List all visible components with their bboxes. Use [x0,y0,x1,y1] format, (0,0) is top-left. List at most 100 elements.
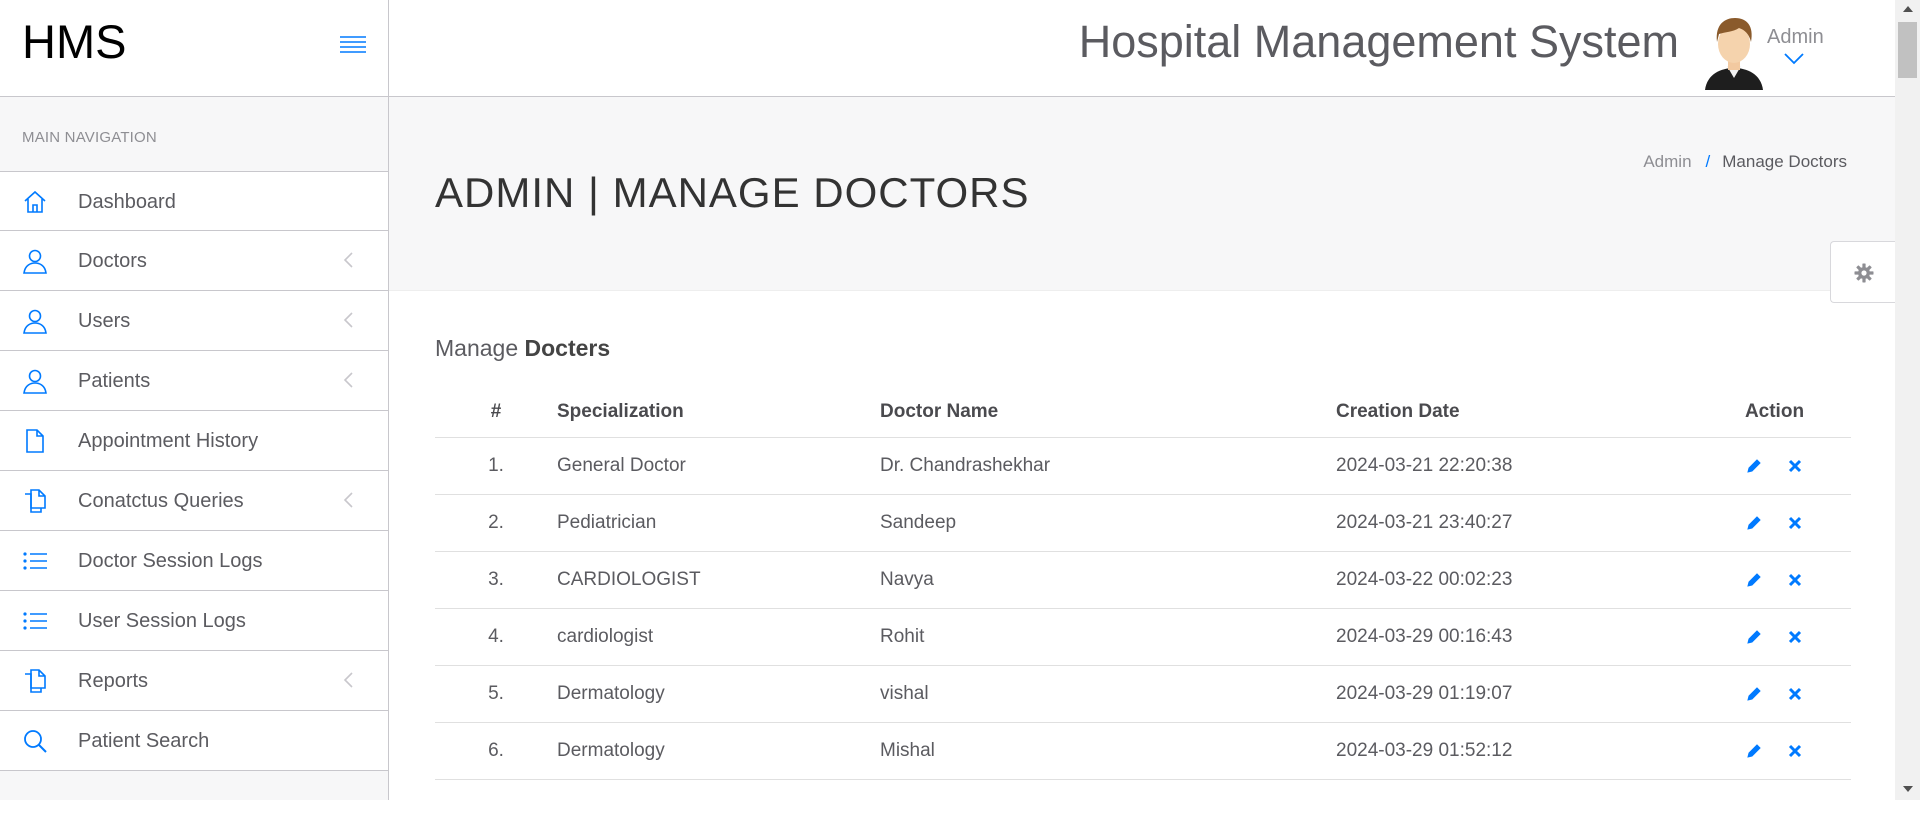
table-header-row: # Specialization Doctor Name Creation Da… [435,387,1851,438]
page-title: ADMIN | MANAGE DOCTORS [435,169,1030,217]
cell-doctor-name: Navya [880,552,1336,609]
cell-doctor-name: Rohit [880,609,1336,666]
edit-pencil-icon[interactable] [1745,628,1763,646]
vertical-scrollbar[interactable] [1895,0,1920,800]
column-header-creation-date: Creation Date [1336,387,1698,438]
sidebar-item-label: Patient Search [78,730,209,753]
cell-specialization: Dermatology [557,723,880,780]
panel-title-prefix: Manage [435,335,518,361]
sidebar-item-label: Patients [78,370,150,393]
delete-x-icon[interactable] [1786,457,1804,475]
delete-x-icon[interactable] [1786,685,1804,703]
table-row: 2. Pediatrician Sandeep 2024-03-21 23:40… [435,495,1851,552]
edit-pencil-icon[interactable] [1745,571,1763,589]
cell-num: 3. [435,552,557,609]
column-header-action: Action [1698,387,1851,438]
user-name[interactable]: Admin [1767,26,1824,49]
brand-bar: HMS [0,0,388,97]
cell-creation-date: 2024-03-22 00:02:23 [1336,552,1698,609]
breadcrumb: Admin / Manage Doctors [1643,152,1847,172]
delete-x-icon[interactable] [1786,628,1804,646]
cell-num: 6. [435,723,557,780]
edit-pencil-icon[interactable] [1745,742,1763,760]
user-icon [22,248,48,274]
cell-num: 4. [435,609,557,666]
settings-toggle-button[interactable] [1830,241,1895,303]
sidebar-item-users[interactable]: Users [0,291,388,351]
sidebar-item-doctor-session-logs[interactable]: Doctor Session Logs [0,531,388,591]
panel-title: Manage Docters [435,335,610,362]
cell-creation-date: 2024-03-29 01:52:12 [1336,723,1698,780]
sidebar-item-label: Conatctus Queries [78,490,244,513]
sidebar-item-label: Doctor Session Logs [78,550,263,573]
sidebar-item-label: User Session Logs [78,610,246,633]
table-row: 3. CARDIOLOGIST Navya 2024-03-22 00:02:2… [435,552,1851,609]
scrollbar-thumb[interactable] [1898,22,1917,78]
search-icon [22,728,48,754]
table-row: 1. General Doctor Dr. Chandrashekhar 202… [435,438,1851,495]
top-bar: Hospital Management System Admin [389,0,1895,97]
nav-list: Dashboard Doctors Users Patients [0,171,388,771]
cell-doctor-name: vishal [880,666,1336,723]
sidebar-item-appointment-history[interactable]: Appointment History [0,411,388,471]
scroll-down-arrow-icon[interactable] [1903,786,1913,792]
sidebar-item-label: Dashboard [78,191,176,214]
files-icon [22,668,48,694]
chevron-left-icon [342,251,354,269]
delete-x-icon[interactable] [1786,514,1804,532]
app-title: Hospital Management System [1079,16,1679,68]
cell-creation-date: 2024-03-29 01:19:07 [1336,666,1698,723]
chevron-down-icon[interactable] [1783,52,1805,66]
sidebar: HMS MAIN NAVIGATION Dashboard Doctors [0,0,389,800]
chevron-left-icon [342,311,354,329]
page-header: ADMIN | MANAGE DOCTORS Admin / Manage Doct… [389,97,1895,291]
table-row: 6. Dermatology Mishal 2024-03-29 01:52:1… [435,723,1851,780]
sidebar-item-user-session-logs[interactable]: User Session Logs [0,591,388,651]
sidebar-item-label: Doctors [78,250,147,273]
table-row: 5. Dermatology vishal 2024-03-29 01:19:0… [435,666,1851,723]
sidebar-item-label: Users [78,310,130,333]
column-header-num: # [435,387,557,438]
breadcrumb-root[interactable]: Admin [1643,152,1691,171]
sidebar-item-doctors[interactable]: Doctors [0,231,388,291]
cell-creation-date: 2024-03-29 00:16:43 [1336,609,1698,666]
scroll-up-arrow-icon[interactable] [1903,6,1913,12]
cell-actions [1698,723,1851,780]
breadcrumb-current: Manage Doctors [1722,152,1847,171]
delete-x-icon[interactable] [1786,742,1804,760]
cell-doctor-name: Sandeep [880,495,1336,552]
chevron-left-icon [342,671,354,689]
cell-num: 2. [435,495,557,552]
file-icon [22,428,48,454]
nav-section-header: MAIN NAVIGATION [22,129,157,146]
gear-icon [1854,263,1874,283]
edit-pencil-icon[interactable] [1745,685,1763,703]
brand-logo[interactable]: HMS [22,14,126,69]
cell-actions [1698,609,1851,666]
cell-doctor-name: Mishal [880,723,1336,780]
cell-specialization: cardiologist [557,609,880,666]
cell-actions [1698,552,1851,609]
sidebar-item-contactus-queries[interactable]: Conatctus Queries [0,471,388,531]
sidebar-item-label: Appointment History [78,430,258,453]
cell-specialization: Pediatrician [557,495,880,552]
cell-actions [1698,438,1851,495]
user-icon [22,308,48,334]
edit-pencil-icon[interactable] [1745,514,1763,532]
cell-specialization: General Doctor [557,438,880,495]
table-row [435,780,1851,836]
sidebar-item-label: Reports [78,670,148,693]
list-icon [22,608,48,634]
breadcrumb-separator: / [1706,152,1711,171]
delete-x-icon[interactable] [1786,571,1804,589]
cell-doctor-name: Dr. Chandrashekhar [880,438,1336,495]
sidebar-item-patient-search[interactable]: Patient Search [0,711,388,771]
menu-toggle-icon[interactable] [338,32,368,58]
cell-creation-date: 2024-03-21 23:40:27 [1336,495,1698,552]
sidebar-item-reports[interactable]: Reports [0,651,388,711]
edit-pencil-icon[interactable] [1745,457,1763,475]
sidebar-item-patients[interactable]: Patients [0,351,388,411]
column-header-doctor-name: Doctor Name [880,387,1336,438]
avatar[interactable] [1701,14,1767,90]
sidebar-item-dashboard[interactable]: Dashboard [0,171,388,231]
